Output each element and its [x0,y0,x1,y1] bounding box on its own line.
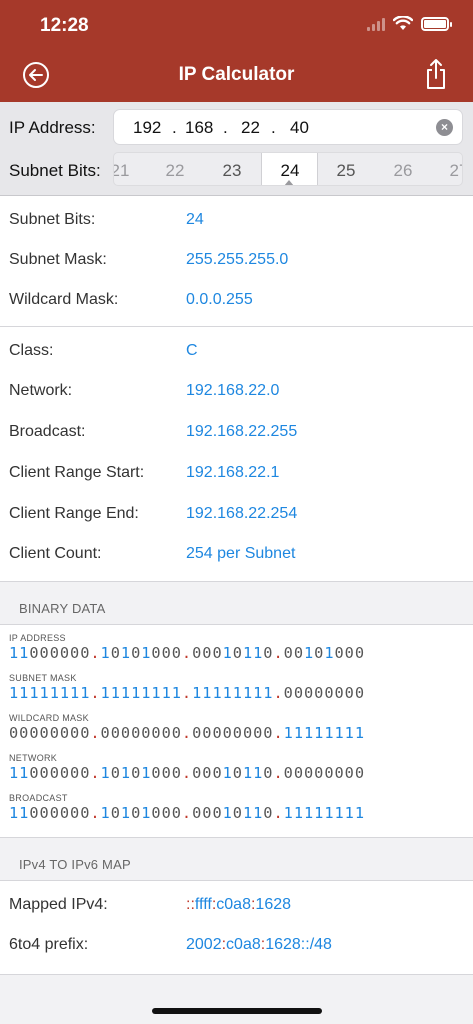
picker-option[interactable]: 21 [114,161,140,181]
ip-dot: . [271,118,276,137]
result-value: 254 per Subnet [186,545,296,562]
result-value: 192.168.22.255 [186,423,298,440]
subnet-bits-picker[interactable]: 21 22 23 24 25 26 27 [113,152,463,186]
binary-value: 11000000.10101000.00010110.00101000 [9,644,366,662]
section-title: BINARY DATA [19,601,106,616]
input-panel: IP Address: 192 . 168 . 22 . 40 × Subnet… [0,102,473,196]
ip-address-field[interactable]: 192 . 168 . 22 . 40 × [113,109,463,145]
picker-option[interactable]: 25 [326,161,366,181]
result-label: Wildcard Mask: [9,291,119,308]
result-row: 6to4 prefix: 2002:c0a8:1628::/48 [0,926,473,966]
result-value: 192.168.22.254 [186,505,298,522]
result-label: Client Range Start: [9,464,145,481]
6to4-prefix-value: 2002:c0a8:1628::/48 [186,936,332,953]
ip-dot: . [223,118,228,137]
home-indicator [152,1008,322,1014]
picker-option[interactable]: 22 [155,161,195,181]
ip-octet-3[interactable]: 22 [241,118,260,138]
result-row: Network: 192.168.22.0 [0,372,473,412]
result-value: 192.168.22.1 [186,464,280,481]
wifi-icon [393,16,413,30]
details-section: Class: C Network: 192.168.22.0 Broadcast… [0,327,473,582]
picker-option[interactable]: 26 [383,161,423,181]
page-title: IP Calculator [178,64,295,85]
result-label: Client Range End: [9,505,139,522]
result-row: Mapped IPv4: ::ffff:c0a8:1628 [0,886,473,926]
result-label: Network: [9,382,73,399]
result-value: 192.168.22.0 [186,382,280,399]
navigation-bar: 12:28 IP Calculator [0,0,473,102]
result-value: 0.0.0.255 [186,291,253,308]
result-label: Class: [9,342,54,359]
summary-section: Subnet Bits: 24 Subnet Mask: 255.255.255… [0,196,473,327]
result-row: Wildcard Mask: 0.0.0.255 [0,281,473,321]
picker-option[interactable]: 23 [212,161,252,181]
result-label: Client Count: [9,545,102,562]
result-row: Class: C [0,332,473,372]
picker-option[interactable]: 27 [439,161,462,181]
result-label: Subnet Bits: [9,211,96,228]
ipv6-section: Mapped IPv4: ::ffff:c0a8:1628 6to4 prefi… [0,880,473,975]
picker-selected-value: 24 [280,161,300,180]
result-row: Client Range End: 192.168.22.254 [0,495,473,535]
subnet-bits-label: Subnet Bits: [9,161,101,180]
binary-value: 11000000.10101000.00010110.11111111 [9,804,366,822]
ip-address-label: IP Address: [9,118,96,137]
binary-value: 00000000.00000000.00000000.11111111 [9,724,366,742]
binary-label: WILDCARD MASK [9,713,89,723]
battery-icon [421,16,452,31]
status-icons [367,16,452,31]
result-row: Client Range Start: 192.168.22.1 [0,454,473,494]
result-label: Broadcast: [9,423,86,440]
result-value: C [186,342,198,359]
status-time: 12:28 [40,15,89,36]
binary-label: BROADCAST [9,793,68,803]
ipv6-section-header: IPv4 TO IPv6 MAP [0,838,473,880]
result-row: Broadcast: 192.168.22.255 [0,413,473,453]
mapped-ipv4-value: ::ffff:c0a8:1628 [186,896,292,913]
binary-label: NETWORK [9,753,58,763]
binary-section-header: BINARY DATA [0,582,473,624]
binary-value: 11000000.10101000.00010110.00000000 [9,764,366,782]
ip-octet-1[interactable]: 192 [133,118,161,138]
binary-label: SUBNET MASK [9,673,77,683]
section-title: IPv4 TO IPv6 MAP [19,857,131,872]
binary-value: 11111111.11111111.11111111.00000000 [9,684,366,702]
cellular-signal-icon [367,17,385,31]
binary-label: IP ADDRESS [9,633,66,643]
clear-icon[interactable]: × [436,119,453,136]
result-label: 6to4 prefix: [9,936,89,953]
picker-caret-icon [284,180,294,185]
result-value: 255.255.255.0 [186,251,289,268]
result-row: Client Count: 254 per Subnet [0,535,473,575]
ip-octet-2[interactable]: 168 [185,118,213,138]
result-label: Subnet Mask: [9,251,107,268]
ip-dot: . [172,118,177,137]
binary-section: IP ADDRESS 11000000.10101000.00010110.00… [0,624,473,838]
result-label: Mapped IPv4: [9,896,108,913]
share-icon[interactable] [425,58,447,90]
result-row: Subnet Bits: 24 [0,201,473,241]
result-row: Subnet Mask: 255.255.255.0 [0,241,473,281]
ip-octet-4[interactable]: 40 [290,118,309,138]
result-value: 24 [186,211,204,228]
